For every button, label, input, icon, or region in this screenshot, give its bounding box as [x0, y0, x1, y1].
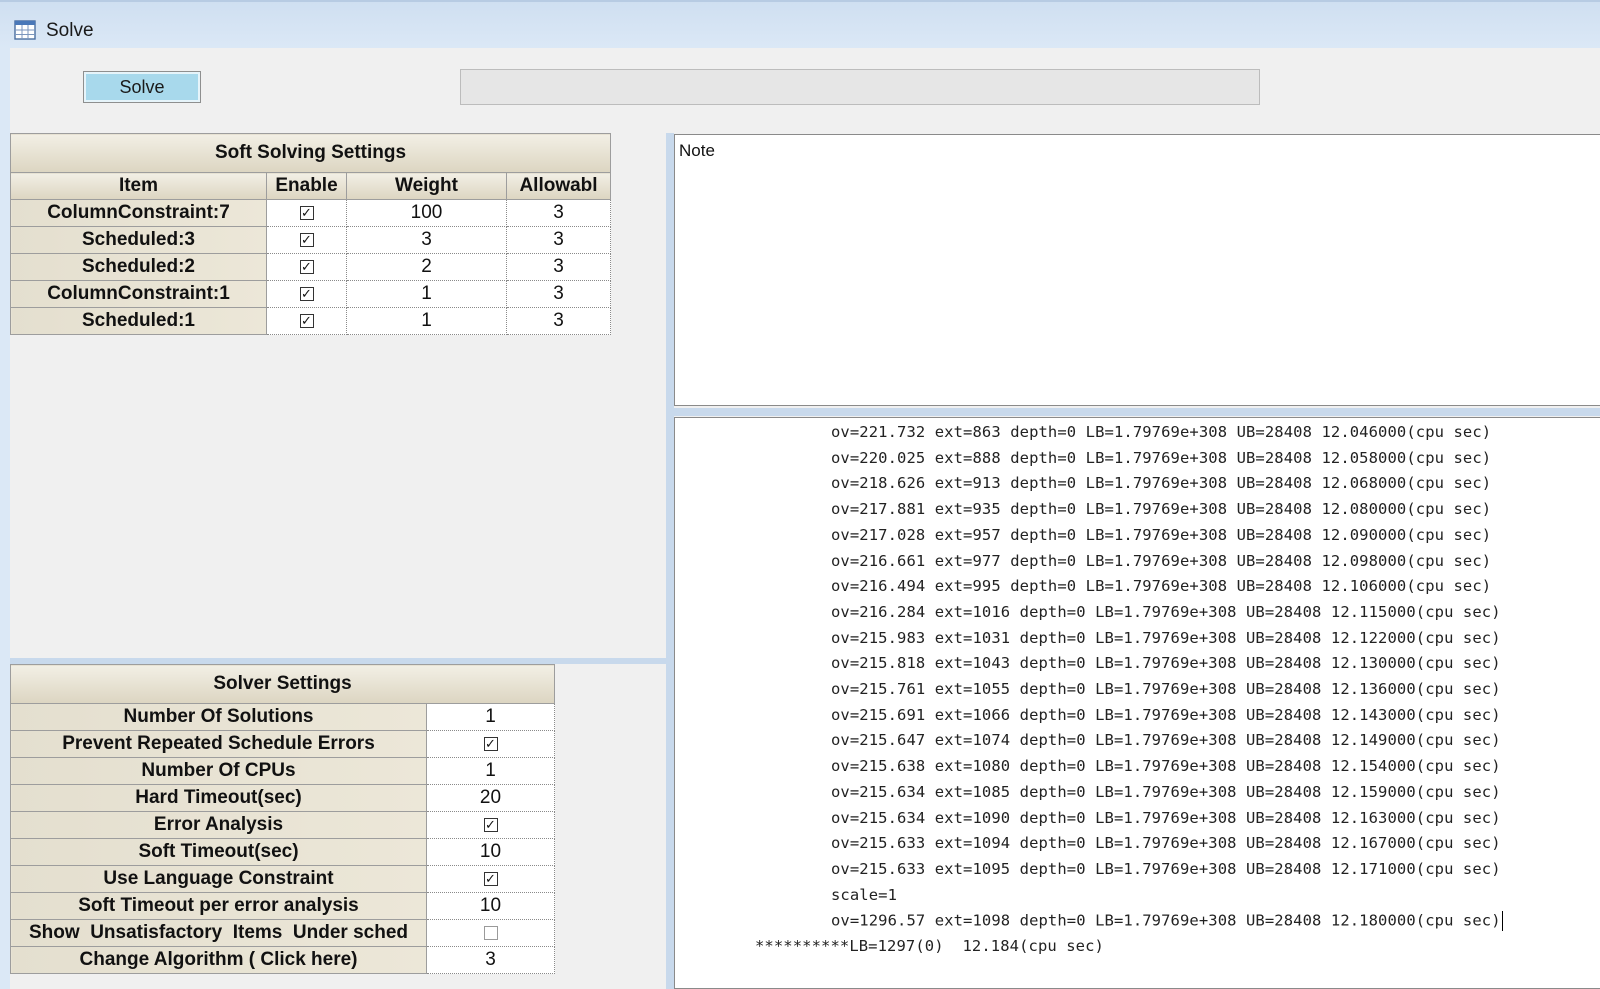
log-line: ov=215.633 ext=1095 depth=0 LB=1.79769e+…: [831, 859, 1501, 878]
app-icon: [14, 20, 36, 40]
soft-settings-title: Soft Solving Settings: [10, 133, 611, 173]
log-line: ov=215.647 ext=1074 depth=0 LB=1.79769e+…: [831, 731, 1501, 750]
note-textbox[interactable]: Note: [674, 134, 1600, 406]
allowable-cell[interactable]: 3: [506, 226, 611, 254]
table-row: ColumnConstraint:7 ✓ 100 3: [10, 199, 611, 227]
log-line: ov=215.634 ext=1090 depth=0 LB=1.79769e+…: [831, 808, 1501, 827]
setting-label[interactable]: Use Language Constraint: [10, 865, 427, 893]
row-header-item[interactable]: Scheduled:3: [10, 226, 267, 254]
allowable-cell[interactable]: 3: [506, 280, 611, 308]
solver-log-output[interactable]: ov=221.732 ext=863 depth=0 LB=1.79769e+3…: [674, 417, 1600, 989]
log-line: ov=215.691 ext=1066 depth=0 LB=1.79769e+…: [831, 705, 1501, 724]
setting-value[interactable]: 1: [426, 703, 555, 731]
log-line: ov=217.028 ext=957 depth=0 LB=1.79769e+3…: [831, 525, 1492, 544]
log-summary-line: **********LB=1297(0) 12.184(cpu sec): [755, 937, 1104, 955]
window-titlebar: Solve: [0, 0, 1600, 48]
row-header-item[interactable]: Scheduled:1: [10, 307, 267, 335]
weight-cell[interactable]: 2: [346, 253, 507, 281]
log-line: ov=215.634 ext=1085 depth=0 LB=1.79769e+…: [831, 782, 1501, 801]
note-label: Note: [679, 141, 715, 160]
setting-label[interactable]: Show Unsatisfactory Items Under sched: [10, 919, 427, 947]
solver-settings-title: Solver Settings: [10, 664, 555, 704]
solve-button[interactable]: Solve: [83, 71, 201, 103]
table-row: Soft Timeout(sec) 10: [10, 838, 555, 866]
setting-checkbox[interactable]: ✓: [483, 736, 498, 751]
enable-checkbox[interactable]: ✓: [299, 286, 314, 301]
log-line: ov=215.983 ext=1031 depth=0 LB=1.79769e+…: [831, 628, 1501, 647]
row-header-item[interactable]: ColumnConstraint:1: [10, 280, 267, 308]
window-left-frame: [0, 48, 10, 989]
setting-checkbox[interactable]: ✓: [483, 817, 498, 832]
log-line: ov=216.494 ext=995 depth=0 LB=1.79769e+3…: [831, 577, 1492, 596]
row-header-item[interactable]: Scheduled:2: [10, 253, 267, 281]
setting-label[interactable]: Hard Timeout(sec): [10, 784, 427, 812]
log-line: ov=215.818 ext=1043 depth=0 LB=1.79769e+…: [831, 654, 1501, 673]
weight-cell[interactable]: 1: [346, 280, 507, 308]
setting-value[interactable]: 1: [426, 757, 555, 785]
allowable-cell[interactable]: 3: [506, 307, 611, 335]
column-header-weight[interactable]: Weight: [346, 172, 507, 200]
table-row: ColumnConstraint:1 ✓ 1 3: [10, 280, 611, 308]
setting-value[interactable]: 10: [426, 838, 555, 866]
right-horizontal-splitter[interactable]: [674, 408, 1600, 416]
table-row: Scheduled:2 ✓ 2 3: [10, 253, 611, 281]
setting-label[interactable]: Error Analysis: [10, 811, 427, 839]
change-algorithm-button[interactable]: Change Algorithm ( Click here): [10, 946, 427, 974]
table-row: Change Algorithm ( Click here) 3: [10, 946, 555, 974]
solver-settings-grid[interactable]: Solver Settings Number Of Solutions 1 Pr…: [10, 664, 555, 974]
enable-checkbox[interactable]: ✓: [299, 259, 314, 274]
table-row: Error Analysis ✓: [10, 811, 555, 839]
weight-cell[interactable]: 3: [346, 226, 507, 254]
setting-label[interactable]: Number Of Solutions: [10, 703, 427, 731]
setting-label[interactable]: Soft Timeout(sec): [10, 838, 427, 866]
window-title: Solve: [46, 20, 94, 41]
text-caret: [1501, 911, 1503, 932]
setting-label[interactable]: Prevent Repeated Schedule Errors: [10, 730, 427, 758]
table-row: Use Language Constraint ✓: [10, 865, 555, 893]
column-header-enable[interactable]: Enable: [266, 172, 347, 200]
table-row: Prevent Repeated Schedule Errors ✓: [10, 730, 555, 758]
table-row: Scheduled:1 ✓ 1 3: [10, 307, 611, 335]
row-header-item[interactable]: ColumnConstraint:7: [10, 199, 267, 227]
log-line: ov=217.881 ext=935 depth=0 LB=1.79769e+3…: [831, 500, 1492, 519]
table-row: Show Unsatisfactory Items Under sched: [10, 919, 555, 947]
setting-value[interactable]: 20: [426, 784, 555, 812]
log-line: ov=215.638 ext=1080 depth=0 LB=1.79769e+…: [831, 757, 1501, 776]
progress-bar: [460, 69, 1260, 105]
setting-label[interactable]: Soft Timeout per error analysis: [10, 892, 427, 920]
setting-checkbox[interactable]: [483, 925, 498, 940]
weight-cell[interactable]: 1: [346, 307, 507, 335]
column-header-item[interactable]: Item: [10, 172, 267, 200]
log-line: ov=220.025 ext=888 depth=0 LB=1.79769e+3…: [831, 448, 1492, 467]
table-row: Soft Timeout per error analysis 10: [10, 892, 555, 920]
log-line: ov=215.761 ext=1055 depth=0 LB=1.79769e+…: [831, 680, 1501, 698]
log-line: ov=218.626 ext=913 depth=0 LB=1.79769e+3…: [831, 474, 1492, 493]
table-row: Number Of Solutions 1: [10, 703, 555, 731]
log-line: ov=221.732 ext=863 depth=0 LB=1.79769e+3…: [831, 423, 1492, 441]
table-row: Hard Timeout(sec) 20: [10, 784, 555, 812]
allowable-cell[interactable]: 3: [506, 253, 611, 281]
setting-checkbox[interactable]: ✓: [483, 871, 498, 886]
log-line: ov=1296.57 ext=1098 depth=0 LB=1.79769e+…: [831, 911, 1503, 932]
column-header-allowable[interactable]: Allowabl: [506, 172, 611, 200]
weight-cell[interactable]: 100: [346, 199, 507, 227]
setting-value[interactable]: 10: [426, 892, 555, 920]
log-line: ov=216.661 ext=977 depth=0 LB=1.79769e+3…: [831, 551, 1492, 570]
log-line: ov=215.633 ext=1094 depth=0 LB=1.79769e+…: [831, 834, 1501, 853]
enable-checkbox[interactable]: ✓: [299, 232, 314, 247]
soft-solving-settings-grid[interactable]: Soft Solving Settings Item Enable Weight…: [10, 133, 611, 335]
setting-label[interactable]: Number Of CPUs: [10, 757, 427, 785]
setting-value[interactable]: 3: [426, 946, 555, 974]
enable-checkbox[interactable]: ✓: [299, 205, 314, 220]
log-line: scale=1: [831, 885, 898, 904]
vertical-splitter[interactable]: [666, 133, 674, 989]
log-line: ov=216.284 ext=1016 depth=0 LB=1.79769e+…: [831, 602, 1501, 621]
table-row: Scheduled:3 ✓ 3 3: [10, 226, 611, 254]
table-row: Number Of CPUs 1: [10, 757, 555, 785]
allowable-cell[interactable]: 3: [506, 199, 611, 227]
enable-checkbox[interactable]: ✓: [299, 313, 314, 328]
